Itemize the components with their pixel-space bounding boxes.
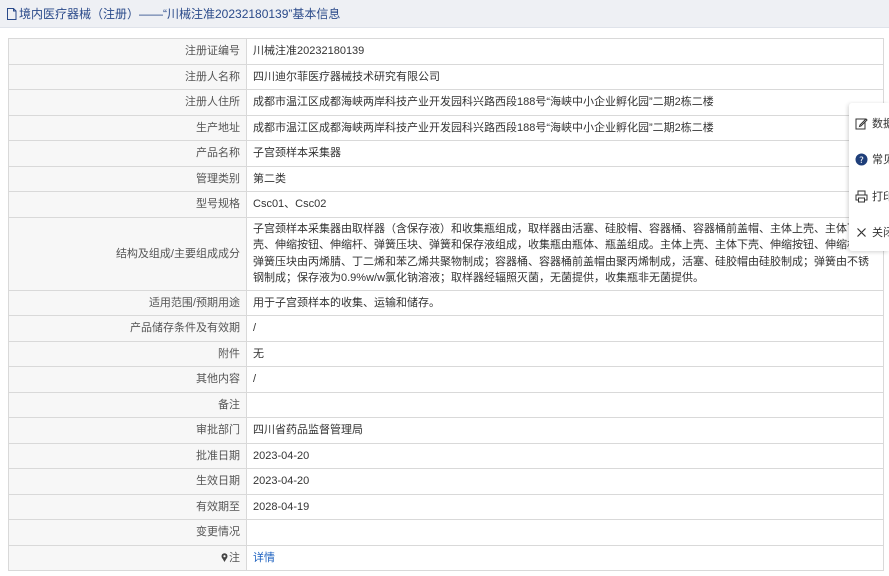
faq-label: 常见 [872,154,889,166]
row-label: 其他内容 [8,366,247,393]
close-icon [855,226,868,239]
close-button[interactable]: 关闭 [855,222,889,242]
row-value: 四川省药品监督管理局 [246,417,884,444]
table-row: 备注 [8,391,884,418]
row-label: 生产地址 [8,114,247,141]
details-link[interactable]: 详情 [253,552,275,564]
print-label: 打印 [872,191,889,203]
data-correction-label: 数据 [872,118,889,130]
row-label: 有效期至 [8,493,247,520]
row-label: 变更情况 [8,519,247,546]
page-title: 境内医疗器械（注册）——“川械注准20232180139”基本信息 [19,7,341,21]
pin-icon [221,551,228,562]
row-value: 成都市温江区成都海峡两岸科技产业开发园科兴路西段188号“海峡中小企业孵化园”二… [246,89,884,116]
row-value: 成都市温江区成都海峡两岸科技产业开发园科兴路西段188号“海峡中小企业孵化园”二… [246,114,884,141]
row-label: 型号规格 [8,191,247,218]
printer-icon [855,190,868,203]
row-value [246,519,884,546]
row-value: 无 [246,340,884,367]
row-label: 审批部门 [8,417,247,444]
row-value: / [246,315,884,342]
question-icon: ? [855,153,868,166]
data-correction-button[interactable]: 数据 [855,113,889,133]
row-value: 用于子宫颈样本的收集、运输和储存。 [246,289,884,316]
table-row: 其他内容 / [8,366,884,393]
note-label-cell: 注 [8,544,247,571]
table-row: 有效期至 2028-04-19 [8,493,884,520]
row-label: 附件 [8,340,247,367]
row-label: 管理类别 [8,165,247,192]
table-row: 管理类别 第二类 [8,165,884,192]
print-button[interactable]: 打印 [855,186,889,206]
table-row: 型号规格 Csc01、Csc02 [8,191,884,218]
table-row: 注册人名称 四川迪尔菲医疗器械技术研究有限公司 [8,63,884,90]
table-row: 注册人住所 成都市温江区成都海峡两岸科技产业开发园科兴路西段188号“海峡中小企… [8,89,884,116]
row-label: 产品储存条件及有效期 [8,315,247,342]
table-row: 批准日期 2023-04-20 [8,442,884,469]
row-label: 注册人名称 [8,63,247,90]
table-row: 注 详情 [8,544,884,571]
table-row: 结构及组成/主要组成成分 子宫颈样本采集器由取样器（含保存液）和收集瓶组成，取样… [8,216,884,291]
row-label: 注册人住所 [8,89,247,116]
svg-text:?: ? [859,156,864,166]
row-label: 适用范围/预期用途 [8,289,247,316]
page-header: 境内医疗器械（注册）——“川械注准20232180139”基本信息 [0,0,889,28]
close-label: 关闭 [872,227,889,239]
info-table: 注册证编号 川械注准20232180139 注册人名称 四川迪尔菲医疗器械技术研… [8,38,884,571]
row-value: 四川迪尔菲医疗器械技术研究有限公司 [246,63,884,90]
table-row: 附件 无 [8,340,884,367]
row-value: 川械注准20232180139 [246,38,884,65]
row-label: 生效日期 [8,468,247,495]
row-label: 注 [229,551,240,564]
row-label: 注册证编号 [8,38,247,65]
row-value: 子宫颈样本采集器 [246,140,884,167]
row-value: 子宫颈样本采集器由取样器（含保存液）和收集瓶组成，取样器由活塞、硅胶帽、容器桶、… [246,216,884,291]
row-value: / [246,366,884,393]
table-row: 产品储存条件及有效期 / [8,315,884,342]
row-value: 2023-04-20 [246,442,884,469]
row-value: 2028-04-19 [246,493,884,520]
floating-toolbar: 数据 ? 常见 打印 关闭 [849,103,889,251]
row-value [246,391,884,418]
table-row: 变更情况 [8,519,884,546]
table-row: 适用范围/预期用途 用于子宫颈样本的收集、运输和储存。 [8,289,884,316]
row-label: 批准日期 [8,442,247,469]
row-label: 产品名称 [8,140,247,167]
faq-button[interactable]: ? 常见 [855,149,889,169]
table-row: 审批部门 四川省药品监督管理局 [8,417,884,444]
row-value: 2023-04-20 [246,468,884,495]
row-value: Csc01、Csc02 [246,191,884,218]
document-icon [6,7,17,20]
row-label: 结构及组成/主要组成成分 [8,216,247,291]
table-row: 生产地址 成都市温江区成都海峡两岸科技产业开发园科兴路西段188号“海峡中小企业… [8,114,884,141]
table-row: 生效日期 2023-04-20 [8,468,884,495]
row-label: 备注 [8,391,247,418]
table-row: 注册证编号 川械注准20232180139 [8,38,884,65]
row-value-cell: 详情 [246,544,884,571]
row-value: 第二类 [246,165,884,192]
table-row: 产品名称 子宫颈样本采集器 [8,140,884,167]
edit-icon [855,117,868,130]
